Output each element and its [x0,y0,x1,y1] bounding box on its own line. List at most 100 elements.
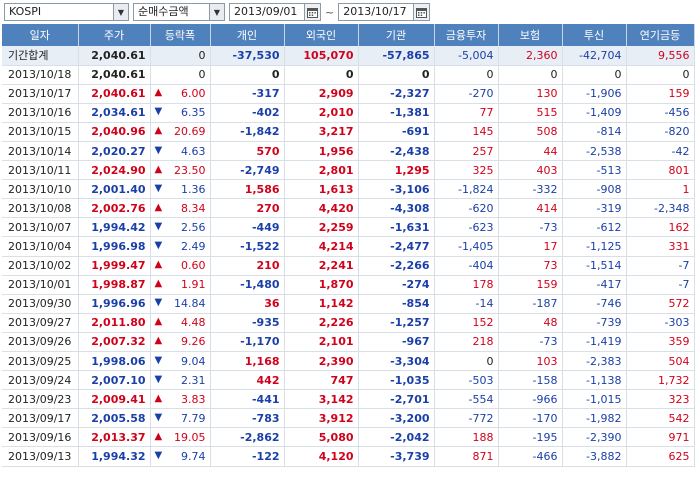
row-change: ▼ 2.49 [150,236,211,257]
table-row[interactable]: 2013/09/27 2,011.80 ▲ 4.48 -935 2,226 -1,257 15… [2,313,695,333]
row-date: 2013/09/16 [2,427,79,448]
col-insurance[interactable]: 보험 [498,24,563,46]
row-financial-investment: -1,824 [434,179,499,200]
calendar-icon[interactable] [413,4,430,20]
col-price[interactable]: 주가 [78,24,151,46]
row-price: 2,011.80 [78,313,151,333]
row-pension: 159 [626,84,695,104]
row-price: 1,996.96 [78,294,151,314]
row-pension: 572 [626,294,695,314]
row-change: ▼ 2.31 [150,370,211,391]
col-date[interactable]: 일자 [2,24,79,46]
arrow-down-icon: ▼ [154,450,163,462]
row-price: 2,024.90 [78,160,151,181]
row-change: ▲ 3.83 [150,389,211,410]
col-pension[interactable]: 연기금등 [626,24,695,46]
col-investment-trust[interactable]: 투신 [562,24,627,46]
col-individual[interactable]: 개인 [210,24,285,46]
table-row[interactable]: 2013/09/30 1,996.96 ▼ 14.84 36 1,142 -854 -14 -1… [2,294,695,314]
row-change: ▼ 6.35 [150,103,211,123]
row-investment-trust: -513 [562,160,627,181]
table-row[interactable]: 2013/10/02 1,999.47 ▲ 0.60 210 2,241 -2,266 -40… [2,256,695,276]
row-price: 2,009.41 [78,389,151,410]
type-select[interactable]: 순매수금액 ▼ [133,3,225,21]
row-individual: -122 [210,446,285,467]
row-investment-trust: -2,390 [562,427,627,448]
date-from-field[interactable]: 2013/09/01 [229,3,321,21]
date-to-field[interactable]: 2013/10/17 [338,3,431,21]
row-date: 2013/10/01 [2,275,79,295]
row-individual: -1,170 [210,332,285,353]
row-individual: 210 [210,256,285,276]
row-individual: -783 [210,408,285,429]
table-row[interactable]: 2013/10/18 2,040.61 0 0 0 0 0 0 0 0 [2,65,695,85]
row-investment-trust: -739 [562,313,627,333]
row-institution: -2,266 [358,256,435,276]
table-row[interactable]: 2013/10/10 2,001.40 ▼ 1.36 1,586 1,613 -3,106-… [2,179,695,200]
row-investment-trust: -2,538 [562,141,627,162]
row-pension: -7 [626,256,695,276]
market-select[interactable]: KOSPI ▼ [4,3,129,21]
table-row[interactable]: 2013/10/16 2,034.61 ▼ 6.35 -402 2,010 -1,381 77… [2,103,695,123]
col-financial-investment[interactable]: 금융투자 [434,24,499,46]
table-row[interactable]: 2013/10/04 1,996.98 ▼ 2.49 -1,522 4,214 -2,477… [2,236,695,257]
row-price: 1,996.98 [78,236,151,257]
row-date: 2013/10/07 [2,217,79,238]
table-row[interactable]: 2013/10/07 1,994.42 ▼ 2.56 -449 2,259 -1,631 -6… [2,217,695,238]
row-price: 2,034.61 [78,103,151,123]
row-change-value: 4.48 [181,316,206,330]
row-financial-investment: 188 [434,427,499,448]
row-investment-trust: -1,906 [562,84,627,104]
table-row[interactable]: 2013/10/15 2,040.96 ▲ 20.69 -1,842 3,217 -691 1… [2,122,695,142]
row-price: 2,040.96 [78,122,151,142]
row-date: 2013/10/02 [2,256,79,276]
chevron-down-icon[interactable]: ▼ [209,4,224,20]
table-row[interactable]: 2013/09/17 2,005.58 ▼ 7.79 -783 3,912 -3,200 -7… [2,408,695,429]
row-institution: -1,631 [358,217,435,238]
table-row[interactable]: 2013/09/26 2,007.32 ▲ 9.26 -1,170 2,101 -967 21… [2,332,695,353]
row-pension: -7 [626,275,695,295]
row-price: 2,005.58 [78,408,151,429]
summary-financial-investment: -5,004 [434,46,499,66]
table-row[interactable]: 2013/10/01 1,998.87 ▲ 1.91 -1,480 1,870 -274 17… [2,275,695,295]
row-price: 2,020.27 [78,141,151,162]
row-investment-trust: -319 [562,198,627,219]
table-row[interactable]: 2013/10/14 2,020.27 ▼ 4.63 570 1,956 -2,438 257… [2,141,695,162]
row-date: 2013/10/11 [2,160,79,181]
row-investment-trust: -814 [562,122,627,142]
row-foreign: 747 [284,370,359,391]
row-change-value: 1.91 [181,278,206,292]
table-row[interactable]: 2013/09/13 1,994.32 ▼ 9.74 -122 4,120 -3,739 87… [2,446,695,467]
col-change[interactable]: 등락폭 [150,24,211,46]
chevron-down-icon[interactable]: ▼ [113,4,128,20]
col-foreign[interactable]: 외국인 [284,24,359,46]
table-row[interactable]: 2013/10/08 2,002.76 ▲ 8.34 270 4,420 -4,308 -62… [2,198,695,219]
row-investment-trust: -417 [562,275,627,295]
table-row[interactable]: 2013/09/16 2,013.37 ▲ 19.05 -2,862 5,080 -2,04… [2,427,695,448]
row-insurance: -170 [498,408,563,429]
row-change-value: 2.31 [181,373,206,387]
row-change: ▲ 4.48 [150,313,211,333]
summary-investment-trust: -42,704 [562,46,627,66]
col-institution[interactable]: 기관 [358,24,435,46]
row-pension: -820 [626,122,695,142]
table-row[interactable]: 2013/10/17 2,040.61 ▲ 6.00 -317 2,909 -2,327 -2… [2,84,695,104]
row-financial-investment: 871 [434,446,499,467]
row-change-value: 23.50 [174,163,206,177]
table-row[interactable]: 2013/09/25 1,998.06 ▼ 9.04 1,168 2,390 -3,304 0… [2,351,695,372]
table-row[interactable]: 2013/09/24 2,007.10 ▼ 2.31 442 747 -1,035 -503-… [2,370,695,391]
row-date: 2013/09/13 [2,446,79,467]
row-financial-investment: 145 [434,122,499,142]
row-investment-trust: -1,982 [562,408,627,429]
row-pension: 542 [626,408,695,429]
row-insurance: 73 [498,256,563,276]
table-row[interactable]: 2013/09/23 2,009.41 ▲ 3.83 -441 3,142 -2,701 -5… [2,389,695,410]
summary-pension: 9,556 [626,46,695,66]
row-institution: -2,042 [358,427,435,448]
calendar-icon[interactable] [304,4,320,20]
row-pension: -456 [626,103,695,123]
arrow-down-icon: ▼ [154,239,163,251]
table-header: 일자 주가 등락폭 개인 외국인 기관 금융투자 보험 투신 연기금등 [2,24,695,46]
table-row[interactable]: 2013/10/11 2,024.90 ▲ 23.50 -2,749 2,801 1,295… [2,160,695,181]
row-price: 1,994.42 [78,217,151,238]
